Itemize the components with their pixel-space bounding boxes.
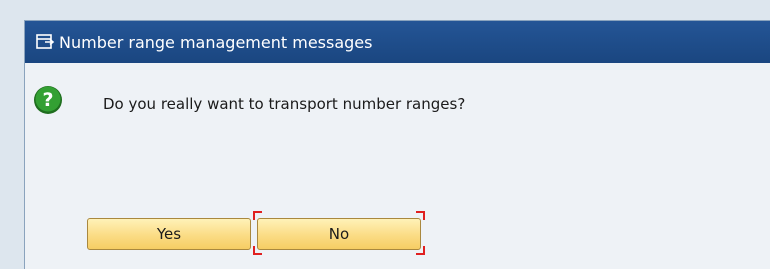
yes-button[interactable]: Yes bbox=[87, 218, 251, 250]
dialog-title: Number range management messages bbox=[59, 32, 373, 52]
dialog-titlebar[interactable]: Number range management messages bbox=[25, 21, 770, 63]
dialog-message: Do you really want to transport number r… bbox=[103, 95, 466, 113]
no-button[interactable]: No bbox=[257, 218, 421, 250]
dialog-window-icon bbox=[35, 33, 55, 51]
svg-text:?: ? bbox=[42, 89, 53, 111]
question-icon: ? bbox=[33, 85, 63, 115]
no-button-label: No bbox=[328, 225, 350, 243]
yes-button-label: Yes bbox=[156, 225, 182, 243]
message-dialog: Number range management messages ? Do yo… bbox=[24, 20, 770, 269]
